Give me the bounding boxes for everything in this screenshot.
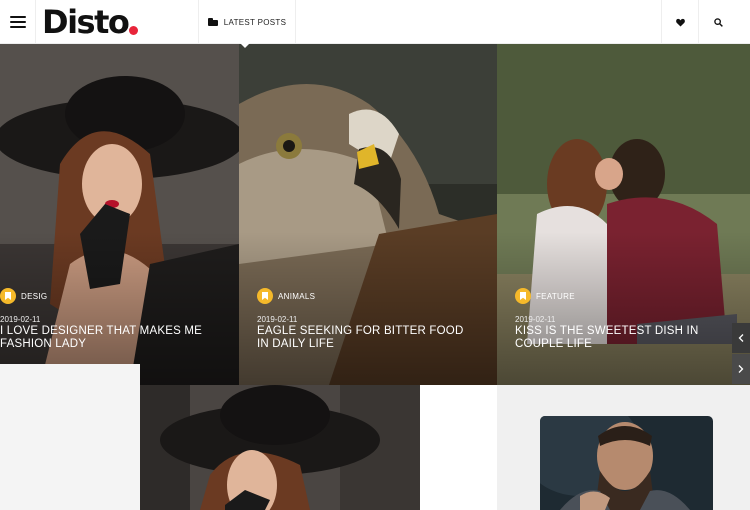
category-label: DESIG <box>21 291 48 301</box>
post-title[interactable]: KISS IS THE SWEETEST DISH IN COUPLE LIFE <box>515 325 735 351</box>
favorites-button[interactable] <box>661 0 698 44</box>
post-title[interactable]: EAGLE SEEKING FOR BITTER FOOD IN DAILY L… <box>257 325 477 351</box>
post-date: 2019-02-11 <box>257 315 298 324</box>
category-tag[interactable]: FEATURE <box>515 288 575 304</box>
post-title[interactable]: I LOVE DESIGNER THAT MAKES ME FASHION LA… <box>0 325 215 351</box>
chevron-left-icon <box>738 334 744 342</box>
category-badge <box>515 288 531 304</box>
category-badge <box>257 288 273 304</box>
lower-left-panel <box>0 364 140 510</box>
post-card[interactable]: DESIG 2019-02-11 I LOVE DESIGNER THAT MA… <box>0 44 239 385</box>
menu-button[interactable] <box>0 0 36 44</box>
search-button[interactable] <box>698 0 738 44</box>
featured-post-image[interactable] <box>140 385 420 510</box>
logo-dot <box>129 25 139 35</box>
nav-latest-posts[interactable]: LATEST POSTS <box>198 0 296 44</box>
category-label: FEATURE <box>536 291 575 301</box>
author-image <box>540 416 713 510</box>
post-date: 2019-02-11 <box>0 315 41 324</box>
hamburger-icon <box>9 15 26 29</box>
category-tag[interactable]: DESIG <box>0 288 47 304</box>
nav-caret <box>240 43 250 48</box>
post-date: 2019-02-11 <box>515 315 556 324</box>
folder-icon <box>207 18 218 26</box>
category-tag[interactable]: ANIMALS <box>257 288 315 304</box>
post-card[interactable]: ANIMALS 2019-02-11 EAGLE SEEKING FOR BIT… <box>239 44 497 385</box>
lower-middle-panel <box>420 385 497 510</box>
bookmark-icon <box>262 292 268 300</box>
featured-image <box>140 385 420 510</box>
site-header: Disto LATEST POSTS <box>0 0 750 44</box>
bookmark-icon <box>520 292 526 300</box>
nav-latest-posts-label: LATEST POSTS <box>223 17 287 27</box>
bookmark-icon <box>5 292 11 300</box>
category-label: ANIMALS <box>278 291 316 301</box>
slider-prev-button[interactable] <box>732 323 750 353</box>
post-card[interactable]: FEATURE 2019-02-11 KISS IS THE SWEETEST … <box>497 44 750 385</box>
logo-text: Disto <box>42 3 130 41</box>
search-icon <box>714 17 723 27</box>
site-logo[interactable]: Disto <box>42 2 139 42</box>
category-badge <box>0 288 16 304</box>
slider-next-button[interactable] <box>732 354 750 384</box>
heart-icon <box>675 18 685 27</box>
chevron-right-icon <box>738 365 744 373</box>
author-photo[interactable] <box>540 416 713 510</box>
